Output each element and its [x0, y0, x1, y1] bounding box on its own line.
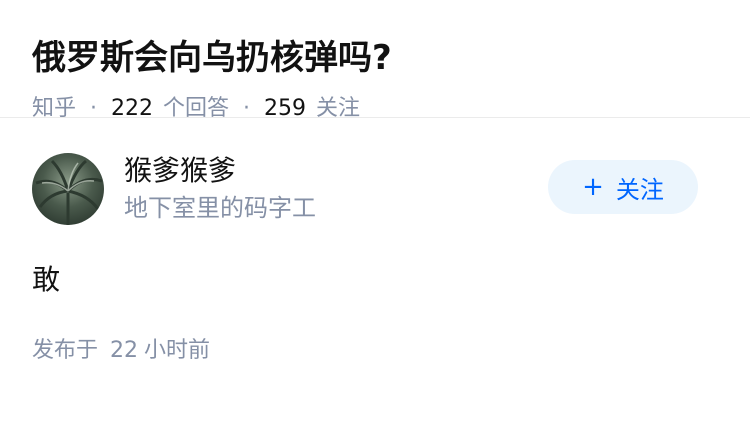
answer-content: 敢: [32, 263, 61, 296]
answer-card: 猴爹猴爹 地下室里的码字工 + 关注 敢 发布于 22 小时前: [0, 118, 750, 366]
follow-button[interactable]: + 关注: [548, 160, 698, 214]
follow-button-label: 关注: [615, 175, 664, 204]
published-prefix: 发布于: [32, 338, 99, 363]
plus-icon: +: [582, 172, 604, 202]
author-info: 猴爹猴爹 地下室里的码字工: [124, 153, 316, 225]
answer-footer: 发布于 22 小时前: [32, 336, 718, 366]
question-header: 俄罗斯会向乌扔核弹吗? 知乎 · 222 个回答 · 259 关注: [0, 0, 750, 121]
question-title[interactable]: 俄罗斯会向乌扔核弹吗?: [32, 34, 718, 82]
author-bio: 地下室里的码字工: [124, 194, 316, 222]
published-number: 22: [110, 338, 139, 363]
avatar[interactable]: [32, 153, 104, 225]
author-name[interactable]: 猴爹猴爹: [124, 153, 316, 189]
palm-tree-icon: [35, 159, 103, 225]
published-unit: 小时前: [144, 338, 211, 363]
